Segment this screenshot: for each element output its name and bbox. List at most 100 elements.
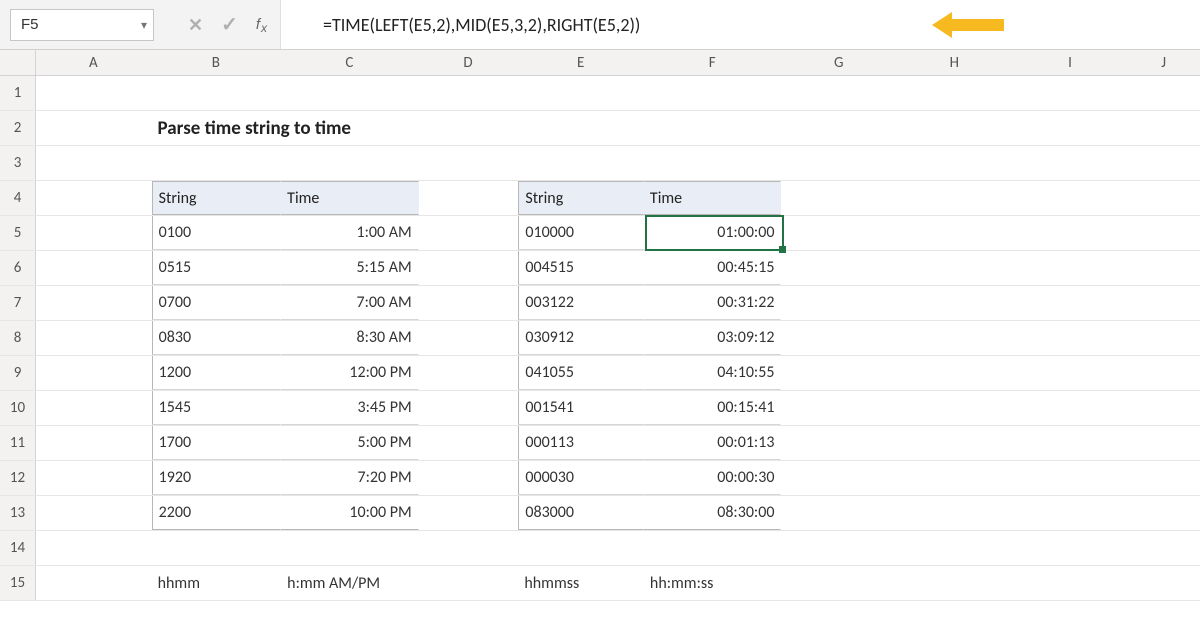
cell-I9[interactable] [1013,356,1129,390]
cell-D11[interactable] [419,426,519,460]
cell-H7[interactable] [897,286,1013,320]
cell-F11[interactable]: 00:01:13 [644,426,782,460]
cell-F13[interactable]: 08:30:00 [644,496,782,530]
col-head-H[interactable]: H [897,50,1013,75]
cell-D8[interactable] [419,321,519,355]
cell-G8[interactable] [781,321,897,355]
cell-G5[interactable] [781,216,897,250]
cell-D1[interactable] [419,76,519,110]
formula-input[interactable]: =TIME(LEFT(E5,2),MID(E5,3,2),RIGHT(E5,2)… [280,0,1200,49]
cell-B6[interactable]: 0515 [152,251,282,285]
cell-A11[interactable] [36,426,152,460]
cell-G2[interactable] [782,111,898,145]
col-head-A[interactable]: A [36,50,152,75]
cell-A5[interactable] [36,216,152,250]
cell-A2[interactable] [36,111,152,145]
cell-C9[interactable]: 12:00 PM [281,356,419,390]
cell-C5[interactable]: 1:00 AM [281,216,419,250]
cell-H12[interactable] [897,461,1013,495]
row-head-4[interactable]: 4 [0,181,36,215]
cell-D6[interactable] [419,251,519,285]
cell-G15[interactable] [781,566,897,600]
row-head-10[interactable]: 10 [0,391,36,425]
cell-B3[interactable] [152,146,282,180]
cell-A7[interactable] [36,286,152,320]
cell-I7[interactable] [1013,286,1129,320]
cell-C11[interactable]: 5:00 PM [281,426,419,460]
col-head-B[interactable]: B [152,50,282,75]
cell-E9[interactable]: 041055 [518,356,644,390]
cell-B15[interactable]: hhmm [152,566,282,600]
cell-C14[interactable] [281,531,419,565]
cell-D14[interactable] [419,531,519,565]
cell-H14[interactable] [897,531,1013,565]
cell-E10[interactable]: 001541 [518,391,644,425]
row-head-11[interactable]: 11 [0,426,36,460]
cell-B14[interactable] [152,531,282,565]
cell-J2[interactable] [1128,111,1200,145]
row-head-13[interactable]: 13 [0,496,36,530]
cell-A6[interactable] [36,251,152,285]
row-head-5[interactable]: 5 [0,216,36,250]
cell-H10[interactable] [897,391,1013,425]
row-head-2[interactable]: 2 [0,111,36,145]
cell-B12[interactable]: 1920 [152,461,282,495]
row-head-7[interactable]: 7 [0,286,36,320]
cell-I12[interactable] [1013,461,1129,495]
cell-E4[interactable]: String [518,181,644,215]
cell-I11[interactable] [1013,426,1129,460]
cell-A8[interactable] [36,321,152,355]
cell-H1[interactable] [897,76,1013,110]
cell-E3[interactable] [518,146,644,180]
cell-D13[interactable] [419,496,519,530]
row-head-12[interactable]: 12 [0,461,36,495]
cell-I10[interactable] [1013,391,1129,425]
cell-G7[interactable] [781,286,897,320]
cell-E12[interactable]: 000030 [518,461,644,495]
cell-F8[interactable]: 03:09:12 [644,321,782,355]
cell-D9[interactable] [419,356,519,390]
cell-E5[interactable]: 010000 [518,216,644,250]
col-head-D[interactable]: D [419,50,519,75]
cell-G13[interactable] [781,496,897,530]
cell-H2[interactable] [897,111,1013,145]
cell-H4[interactable] [897,181,1013,215]
cell-B5[interactable]: 0100 [152,216,282,250]
cell-I6[interactable] [1013,251,1129,285]
cell-G11[interactable] [781,426,897,460]
cell-B2[interactable]: Parse time string to time [152,111,282,145]
cell-F4[interactable]: Time [644,181,782,215]
cell-J1[interactable] [1128,76,1200,110]
col-head-I[interactable]: I [1013,50,1129,75]
cell-A13[interactable] [36,496,152,530]
cell-C3[interactable] [281,146,419,180]
cell-J13[interactable] [1128,496,1200,530]
cell-F14[interactable] [644,531,782,565]
cell-I15[interactable] [1013,566,1129,600]
cell-F12[interactable]: 00:00:30 [644,461,782,495]
cell-E13[interactable]: 083000 [518,496,644,530]
cell-F10[interactable]: 00:15:41 [644,391,782,425]
row-head-14[interactable]: 14 [0,531,36,565]
cell-G9[interactable] [781,356,897,390]
cell-I1[interactable] [1013,76,1129,110]
select-all-corner[interactable] [0,50,36,75]
cell-H6[interactable] [897,251,1013,285]
cell-J9[interactable] [1128,356,1200,390]
cell-E8[interactable]: 030912 [518,321,644,355]
cell-J14[interactable] [1128,531,1200,565]
cell-J15[interactable] [1128,566,1200,600]
cell-B9[interactable]: 1200 [152,356,282,390]
cell-E14[interactable] [518,531,644,565]
cell-J10[interactable] [1128,391,1200,425]
cell-J3[interactable] [1128,146,1200,180]
cell-D7[interactable] [419,286,519,320]
cell-E1[interactable] [518,76,644,110]
cell-H9[interactable] [897,356,1013,390]
cell-F15[interactable]: hh:mm:ss [644,566,782,600]
cell-E6[interactable]: 004515 [518,251,644,285]
cell-H3[interactable] [897,146,1013,180]
cell-C8[interactable]: 8:30 AM [281,321,419,355]
cell-C13[interactable]: 10:00 PM [281,496,419,530]
col-head-J[interactable]: J [1128,50,1200,75]
